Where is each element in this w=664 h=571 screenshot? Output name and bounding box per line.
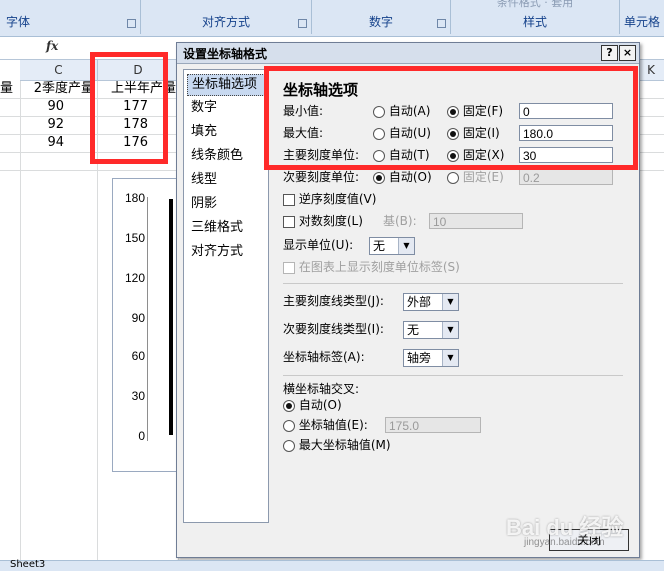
minor-fixed-radio[interactable]: 固定(E)	[447, 167, 504, 187]
major-tick-select[interactable]: 外部 ▼	[403, 293, 459, 311]
dialog-launcher-icon[interactable]	[127, 19, 136, 28]
y-axis-line[interactable]	[147, 197, 148, 441]
nav-item-line-style[interactable]: 线型	[187, 170, 267, 190]
display-unit-select[interactable]: 无 ▼	[369, 237, 415, 255]
cross-auto-radio[interactable]: 自动(O)	[283, 395, 342, 415]
cell[interactable]: 2季度产量	[20, 80, 94, 98]
y-tick-label: 90	[131, 311, 145, 325]
base-input[interactable]: 10	[429, 213, 523, 229]
cross-value-radio[interactable]: 坐标轴值(E):	[283, 415, 368, 435]
function-icon[interactable]: fx	[46, 39, 58, 53]
minor-tick-label: 次要刻度线类型(I):	[283, 322, 384, 336]
nav-item-alignment[interactable]: 对齐方式	[187, 242, 267, 262]
column-header-k[interactable]: K	[638, 60, 664, 81]
major-tick-label: 主要刻度线类型(J):	[283, 294, 384, 308]
cross-value-input[interactable]: 175.0	[385, 417, 481, 433]
ribbon-group-label: 数字	[368, 15, 393, 29]
nav-item-axis-options[interactable]: 坐标轴选项	[187, 74, 269, 96]
help-button[interactable]: ?	[601, 45, 618, 61]
highlight-box	[90, 52, 168, 164]
y-tick-label: 180	[124, 191, 145, 205]
nav-item-3d-format[interactable]: 三维格式	[187, 218, 267, 238]
sheet-tabs: Sheet3	[0, 559, 664, 571]
chevron-down-icon: ▼	[398, 238, 414, 254]
cell[interactable]: 92	[20, 116, 64, 134]
ribbon-faint-label[interactable]: 条件格式 · 套用	[451, 0, 619, 10]
column-header-c[interactable]: C	[20, 60, 98, 81]
dialog-launcher-icon[interactable]	[298, 19, 307, 28]
axis-labels-label: 坐标轴标签(A):	[283, 350, 365, 364]
dialog-launcher-icon[interactable]	[437, 19, 446, 28]
divider	[283, 375, 623, 376]
log-checkbox[interactable]: 对数刻度(L)	[283, 211, 363, 231]
watermark-url: jingyan.baidu.com	[524, 537, 605, 548]
show-unit-checkbox[interactable]: 在图表上显示刻度单位标签(S)	[283, 257, 460, 277]
dialog-title: 设置坐标轴格式	[183, 47, 268, 61]
ribbon-group-font: 字体	[0, 0, 141, 34]
cell[interactable]: 94	[20, 134, 64, 152]
chevron-down-icon: ▼	[442, 350, 458, 366]
nav-item-fill[interactable]: 填充	[187, 122, 267, 142]
y-tick-label: 120	[124, 271, 145, 285]
nav-item-line-color[interactable]: 线条颜色	[187, 146, 267, 166]
divider	[283, 283, 623, 284]
ribbon-group-label: 对齐方式	[201, 15, 250, 29]
reverse-checkbox[interactable]: 逆序刻度值(V)	[283, 189, 376, 209]
y-tick-label: 30	[131, 389, 145, 403]
chevron-down-icon: ▼	[442, 322, 458, 338]
ribbon-group-label: 样式	[522, 15, 547, 29]
cell[interactable]: 90	[20, 98, 64, 116]
highlight-box	[264, 66, 638, 170]
plot-bar[interactable]	[169, 199, 173, 435]
chevron-down-icon: ▼	[442, 294, 458, 310]
ribbon: 字体 对齐方式 数字 条件格式 · 套用 样式 单元格	[0, 0, 664, 37]
minor-auto-radio[interactable]: 自动(O)	[373, 167, 432, 187]
close-icon[interactable]: ×	[619, 45, 636, 61]
y-tick-label: 150	[124, 231, 145, 245]
ribbon-group-cells: 单元格	[620, 0, 664, 34]
y-tick-label: 0	[138, 429, 145, 443]
minor-unit-label: 次要刻度单位:	[283, 170, 360, 184]
ribbon-group-alignment: 对齐方式	[141, 0, 312, 34]
axis-labels-select[interactable]: 轴旁 ▼	[403, 349, 459, 367]
nav-item-shadow[interactable]: 阴影	[187, 194, 267, 214]
minor-tick-select[interactable]: 无 ▼	[403, 321, 459, 339]
y-tick-label: 60	[131, 349, 145, 363]
sheet-tab[interactable]: Sheet3	[10, 559, 45, 570]
base-label: 基(B):	[383, 214, 417, 228]
cross-max-radio[interactable]: 最大坐标轴值(M)	[283, 435, 391, 455]
display-unit-label: 显示单位(U):	[283, 238, 354, 252]
ribbon-group-label: 单元格	[623, 15, 660, 29]
nav-item-number[interactable]: 数字	[187, 98, 267, 118]
cell[interactable]: 量	[0, 80, 18, 98]
minor-value-input[interactable]: 0.2	[519, 169, 613, 185]
ribbon-group-styles: 条件格式 · 套用 样式	[451, 0, 620, 34]
dialog-titlebar[interactable]: 设置坐标轴格式 ? ×	[177, 43, 639, 64]
ribbon-group-number: 数字	[312, 0, 451, 34]
ribbon-group-label: 字体	[6, 15, 31, 29]
dialog-nav: 坐标轴选项 数字 填充 线条颜色 线型 阴影 三维格式 对齐方式	[183, 69, 269, 523]
